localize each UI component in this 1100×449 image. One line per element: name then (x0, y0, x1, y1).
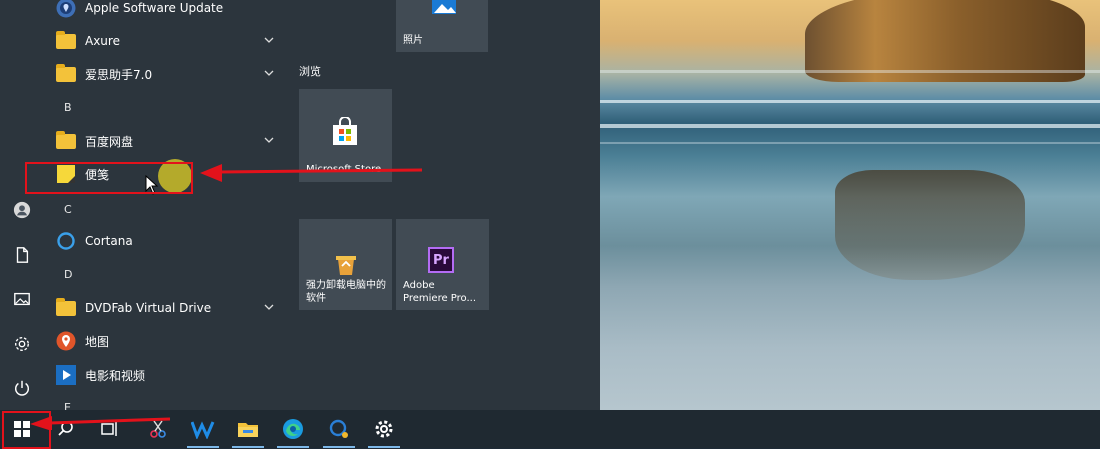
app-list: Apple Software Update Axure 爱思助手7.0 B 百度… (46, 0, 290, 414)
chevron-down-icon (264, 137, 274, 143)
wave (600, 100, 1100, 103)
annotation-arrow (200, 164, 422, 182)
tile-uninstaller[interactable]: 强力卸载电脑中的软件 (299, 219, 392, 310)
start-left-rail (0, 0, 46, 410)
app-cortana[interactable]: Cortana (56, 227, 286, 255)
wallpaper-reflection (835, 170, 1025, 280)
pictures-icon[interactable] (11, 288, 33, 310)
wave (600, 70, 1100, 73)
tile-label: 照片 (403, 35, 423, 46)
store-icon (333, 117, 357, 145)
app-folder-dvdfab[interactable]: DVDFab Virtual Drive (56, 294, 286, 322)
folder-icon (56, 30, 76, 51)
section-letter-c[interactable]: C (64, 203, 72, 216)
tile-area: 照片 (290, 0, 600, 410)
chevron-down-icon (264, 37, 274, 43)
folder-icon (56, 297, 76, 318)
photo-viewer-icon[interactable] (317, 410, 361, 448)
wave (600, 142, 1100, 144)
apple-update-icon (56, 0, 76, 18)
chevron-down-icon (264, 304, 274, 310)
photos-icon (432, 0, 456, 14)
app-label: Axure (85, 34, 120, 48)
app-label: Cortana (85, 234, 133, 248)
folder-icon (56, 130, 76, 151)
maps-icon (56, 331, 76, 351)
app-folder-aisi[interactable]: 爱思助手7.0 (56, 60, 286, 88)
file-explorer-icon[interactable] (226, 410, 270, 448)
user-account-icon[interactable] (11, 199, 33, 221)
tile-premiere-pro[interactable]: Pr Adobe Premiere Pro... (396, 219, 489, 310)
section-letter-b[interactable]: B (64, 101, 72, 114)
premiere-icon: Pr (428, 247, 454, 273)
app-label: 电影和视频 (85, 368, 146, 383)
tile-photos[interactable]: 照片 (396, 0, 488, 52)
edge-icon[interactable] (271, 410, 315, 448)
start-menu: Apple Software Update Axure 爱思助手7.0 B 百度… (0, 0, 600, 414)
app-label: 爱思助手7.0 (85, 67, 153, 82)
wave (600, 124, 1100, 128)
annotation-arrow (30, 416, 170, 430)
tile-label: Adobe Premiere Pro... (403, 279, 484, 305)
settings-gear-icon[interactable] (11, 333, 33, 355)
wps-writer-icon[interactable] (181, 410, 225, 448)
folder-icon (56, 63, 76, 84)
chevron-down-icon (264, 70, 274, 76)
highlight-box-sticky-notes (25, 162, 193, 194)
tile-label: 强力卸载电脑中的软件 (306, 280, 386, 304)
documents-icon[interactable] (11, 244, 33, 266)
settings-icon[interactable] (362, 410, 406, 448)
section-letter-d[interactable]: D (64, 268, 72, 281)
power-icon[interactable] (11, 377, 33, 399)
app-folder-baidu[interactable]: 百度网盘 (56, 127, 286, 155)
cortana-icon (56, 231, 76, 251)
app-label: Apple Software Update (85, 1, 224, 15)
tile-group-label: 浏览 (299, 65, 321, 78)
app-label: DVDFab Virtual Drive (85, 301, 212, 315)
app-movies-tv[interactable]: 电影和视频 (56, 361, 286, 389)
app-apple-software-update[interactable]: Apple Software Update (56, 0, 286, 22)
uninstaller-icon (336, 256, 356, 275)
app-maps[interactable]: 地图 (56, 327, 286, 355)
movies-icon (56, 365, 76, 385)
app-label: 百度网盘 (85, 134, 134, 149)
app-label: 地图 (85, 334, 110, 349)
app-folder-axure[interactable]: Axure (56, 27, 286, 55)
tile-label-line: Premiere Pro... (403, 293, 477, 304)
tile-label-line: Adobe (403, 280, 435, 291)
desktop-wallpaper (600, 0, 1100, 410)
